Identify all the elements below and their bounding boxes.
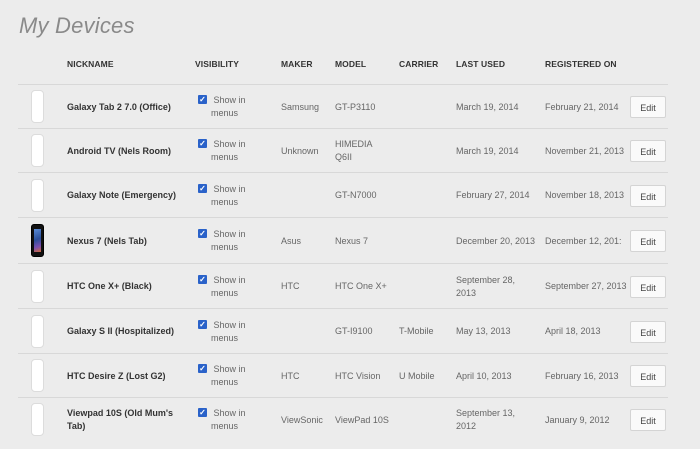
show-in-menus-label: Show in menus bbox=[211, 275, 246, 298]
show-in-menus-label: Show in menus bbox=[211, 95, 246, 118]
device-registered-on: April 18, 2013 bbox=[545, 326, 601, 336]
device-model: GT-I9100 bbox=[335, 326, 373, 336]
device-maker: Asus bbox=[281, 236, 302, 246]
device-nickname: HTC One X+ (Black) bbox=[67, 281, 152, 291]
device-registered-on: November 18, 2013 bbox=[545, 190, 625, 200]
device-image bbox=[31, 315, 44, 348]
show-in-menus-label: Show in menus bbox=[211, 139, 246, 162]
device-model: HTC One X+ bbox=[335, 281, 387, 291]
edit-button[interactable]: Edit bbox=[630, 140, 666, 162]
device-row: Galaxy S II (Hospitalized) ✓ Show in menus… bbox=[18, 308, 668, 354]
device-row: Nexus 7 (Nels Tab) ✓ Show in menus Asus Nexu… bbox=[18, 217, 668, 264]
device-last-used: February 27, 2014 bbox=[456, 190, 530, 200]
show-in-menus-label: Show in menus bbox=[211, 229, 246, 252]
device-nickname: Galaxy Note (Emergency) bbox=[67, 190, 177, 200]
device-nickname: HTC Desire Z (Lost G2) bbox=[67, 371, 166, 381]
device-model: GT-N7000 bbox=[335, 190, 377, 200]
device-registered-on: February 16, 2013 bbox=[545, 371, 619, 381]
header-last-used: LAST USED bbox=[456, 59, 506, 69]
device-image bbox=[31, 359, 44, 392]
header-registered-on: REGISTERED ON bbox=[545, 59, 617, 69]
show-in-menus-label: Show in menus bbox=[211, 184, 246, 207]
device-row: Viewpad 10S (Old Mum's Tab) ✓ Show in menu… bbox=[18, 397, 668, 442]
show-in-menus-checkbox[interactable]: ✓ bbox=[198, 364, 207, 373]
device-row: Galaxy Note (Emergency) ✓ Show in menus GT-… bbox=[18, 172, 668, 218]
device-model: Nexus 7 bbox=[335, 236, 369, 246]
show-in-menus-label: Show in menus bbox=[211, 364, 246, 387]
show-in-menus-checkbox[interactable]: ✓ bbox=[198, 408, 207, 417]
device-maker: Unknown bbox=[281, 146, 319, 156]
device-registered-on: February 21, 2014 bbox=[545, 102, 619, 112]
device-registered-on: November 21, 2013 bbox=[545, 146, 625, 156]
device-image bbox=[31, 270, 44, 303]
device-maker: HTC bbox=[281, 281, 300, 291]
device-last-used: September 28, 2013 bbox=[456, 275, 516, 298]
edit-button[interactable]: Edit bbox=[630, 230, 666, 252]
device-nickname: Galaxy S II (Hospitalized) bbox=[67, 326, 175, 336]
device-row: HTC Desire Z (Lost G2) ✓ Show in menus HTC H… bbox=[18, 353, 668, 398]
device-maker: Samsung bbox=[281, 102, 320, 112]
show-in-menus-checkbox[interactable]: ✓ bbox=[198, 229, 207, 238]
device-image bbox=[31, 90, 44, 123]
device-row: Galaxy Tab 2 7.0 (Office) ✓ Show in menus S… bbox=[18, 84, 668, 129]
edit-button[interactable]: Edit bbox=[630, 96, 666, 118]
header-model: MODEL bbox=[335, 59, 367, 69]
device-nickname: Nexus 7 (Nels Tab) bbox=[67, 236, 147, 246]
device-last-used: March 19, 2014 bbox=[456, 102, 519, 112]
header-visibility: VISIBILITY bbox=[195, 59, 239, 69]
device-carrier: T-Mobile bbox=[399, 326, 434, 336]
device-row: HTC One X+ (Black) ✓ Show in menus HTC HTC O… bbox=[18, 263, 668, 309]
device-last-used: April 10, 2013 bbox=[456, 371, 512, 381]
header-nickname: NICKNAME bbox=[67, 59, 114, 69]
device-nickname: Galaxy Tab 2 7.0 (Office) bbox=[67, 102, 171, 112]
device-maker: HTC bbox=[281, 371, 300, 381]
device-nickname: Viewpad 10S (Old Mum's Tab) bbox=[67, 408, 174, 431]
device-model: HIMEDIA Q6II bbox=[335, 139, 373, 162]
device-image bbox=[31, 134, 44, 167]
show-in-menus-checkbox[interactable]: ✓ bbox=[198, 95, 207, 104]
device-last-used: December 20, 2013 bbox=[456, 236, 536, 246]
edit-button[interactable]: Edit bbox=[630, 365, 666, 387]
device-registered-on: January 9, 2012 bbox=[545, 415, 610, 425]
header-maker: MAKER bbox=[281, 59, 313, 69]
device-row: Android TV (Nels Room) ✓ Show in menus Unkn… bbox=[18, 128, 668, 173]
edit-button[interactable]: Edit bbox=[630, 276, 666, 298]
device-image bbox=[31, 403, 44, 436]
device-image bbox=[31, 224, 44, 257]
device-image bbox=[31, 179, 44, 212]
device-registered-on: September 27, 2013 bbox=[545, 281, 627, 291]
devices-table: NICKNAME VISIBILITY MAKER MODEL CARRIER … bbox=[0, 0, 700, 449]
device-last-used: March 19, 2014 bbox=[456, 146, 519, 156]
device-last-used: September 13, 2012 bbox=[456, 408, 516, 431]
edit-button[interactable]: Edit bbox=[630, 409, 666, 431]
edit-button[interactable]: Edit bbox=[630, 185, 666, 207]
show-in-menus-checkbox[interactable]: ✓ bbox=[198, 139, 207, 148]
device-registered-on: December 12, 201: bbox=[545, 236, 622, 246]
show-in-menus-checkbox[interactable]: ✓ bbox=[198, 184, 207, 193]
show-in-menus-label: Show in menus bbox=[211, 320, 246, 343]
header-carrier: CARRIER bbox=[399, 59, 439, 69]
device-last-used: May 13, 2013 bbox=[456, 326, 511, 336]
device-model: GT-P3110 bbox=[335, 102, 376, 112]
device-maker: ViewSonic bbox=[281, 415, 323, 425]
show-in-menus-checkbox[interactable]: ✓ bbox=[198, 275, 207, 284]
show-in-menus-label: Show in menus bbox=[211, 408, 246, 431]
device-model: HTC Vision bbox=[335, 371, 381, 381]
device-model: ViewPad 10S bbox=[335, 415, 389, 425]
device-carrier: U Mobile bbox=[399, 371, 435, 381]
show-in-menus-checkbox[interactable]: ✓ bbox=[198, 320, 207, 329]
edit-button[interactable]: Edit bbox=[630, 321, 666, 343]
device-nickname: Android TV (Nels Room) bbox=[67, 146, 171, 156]
